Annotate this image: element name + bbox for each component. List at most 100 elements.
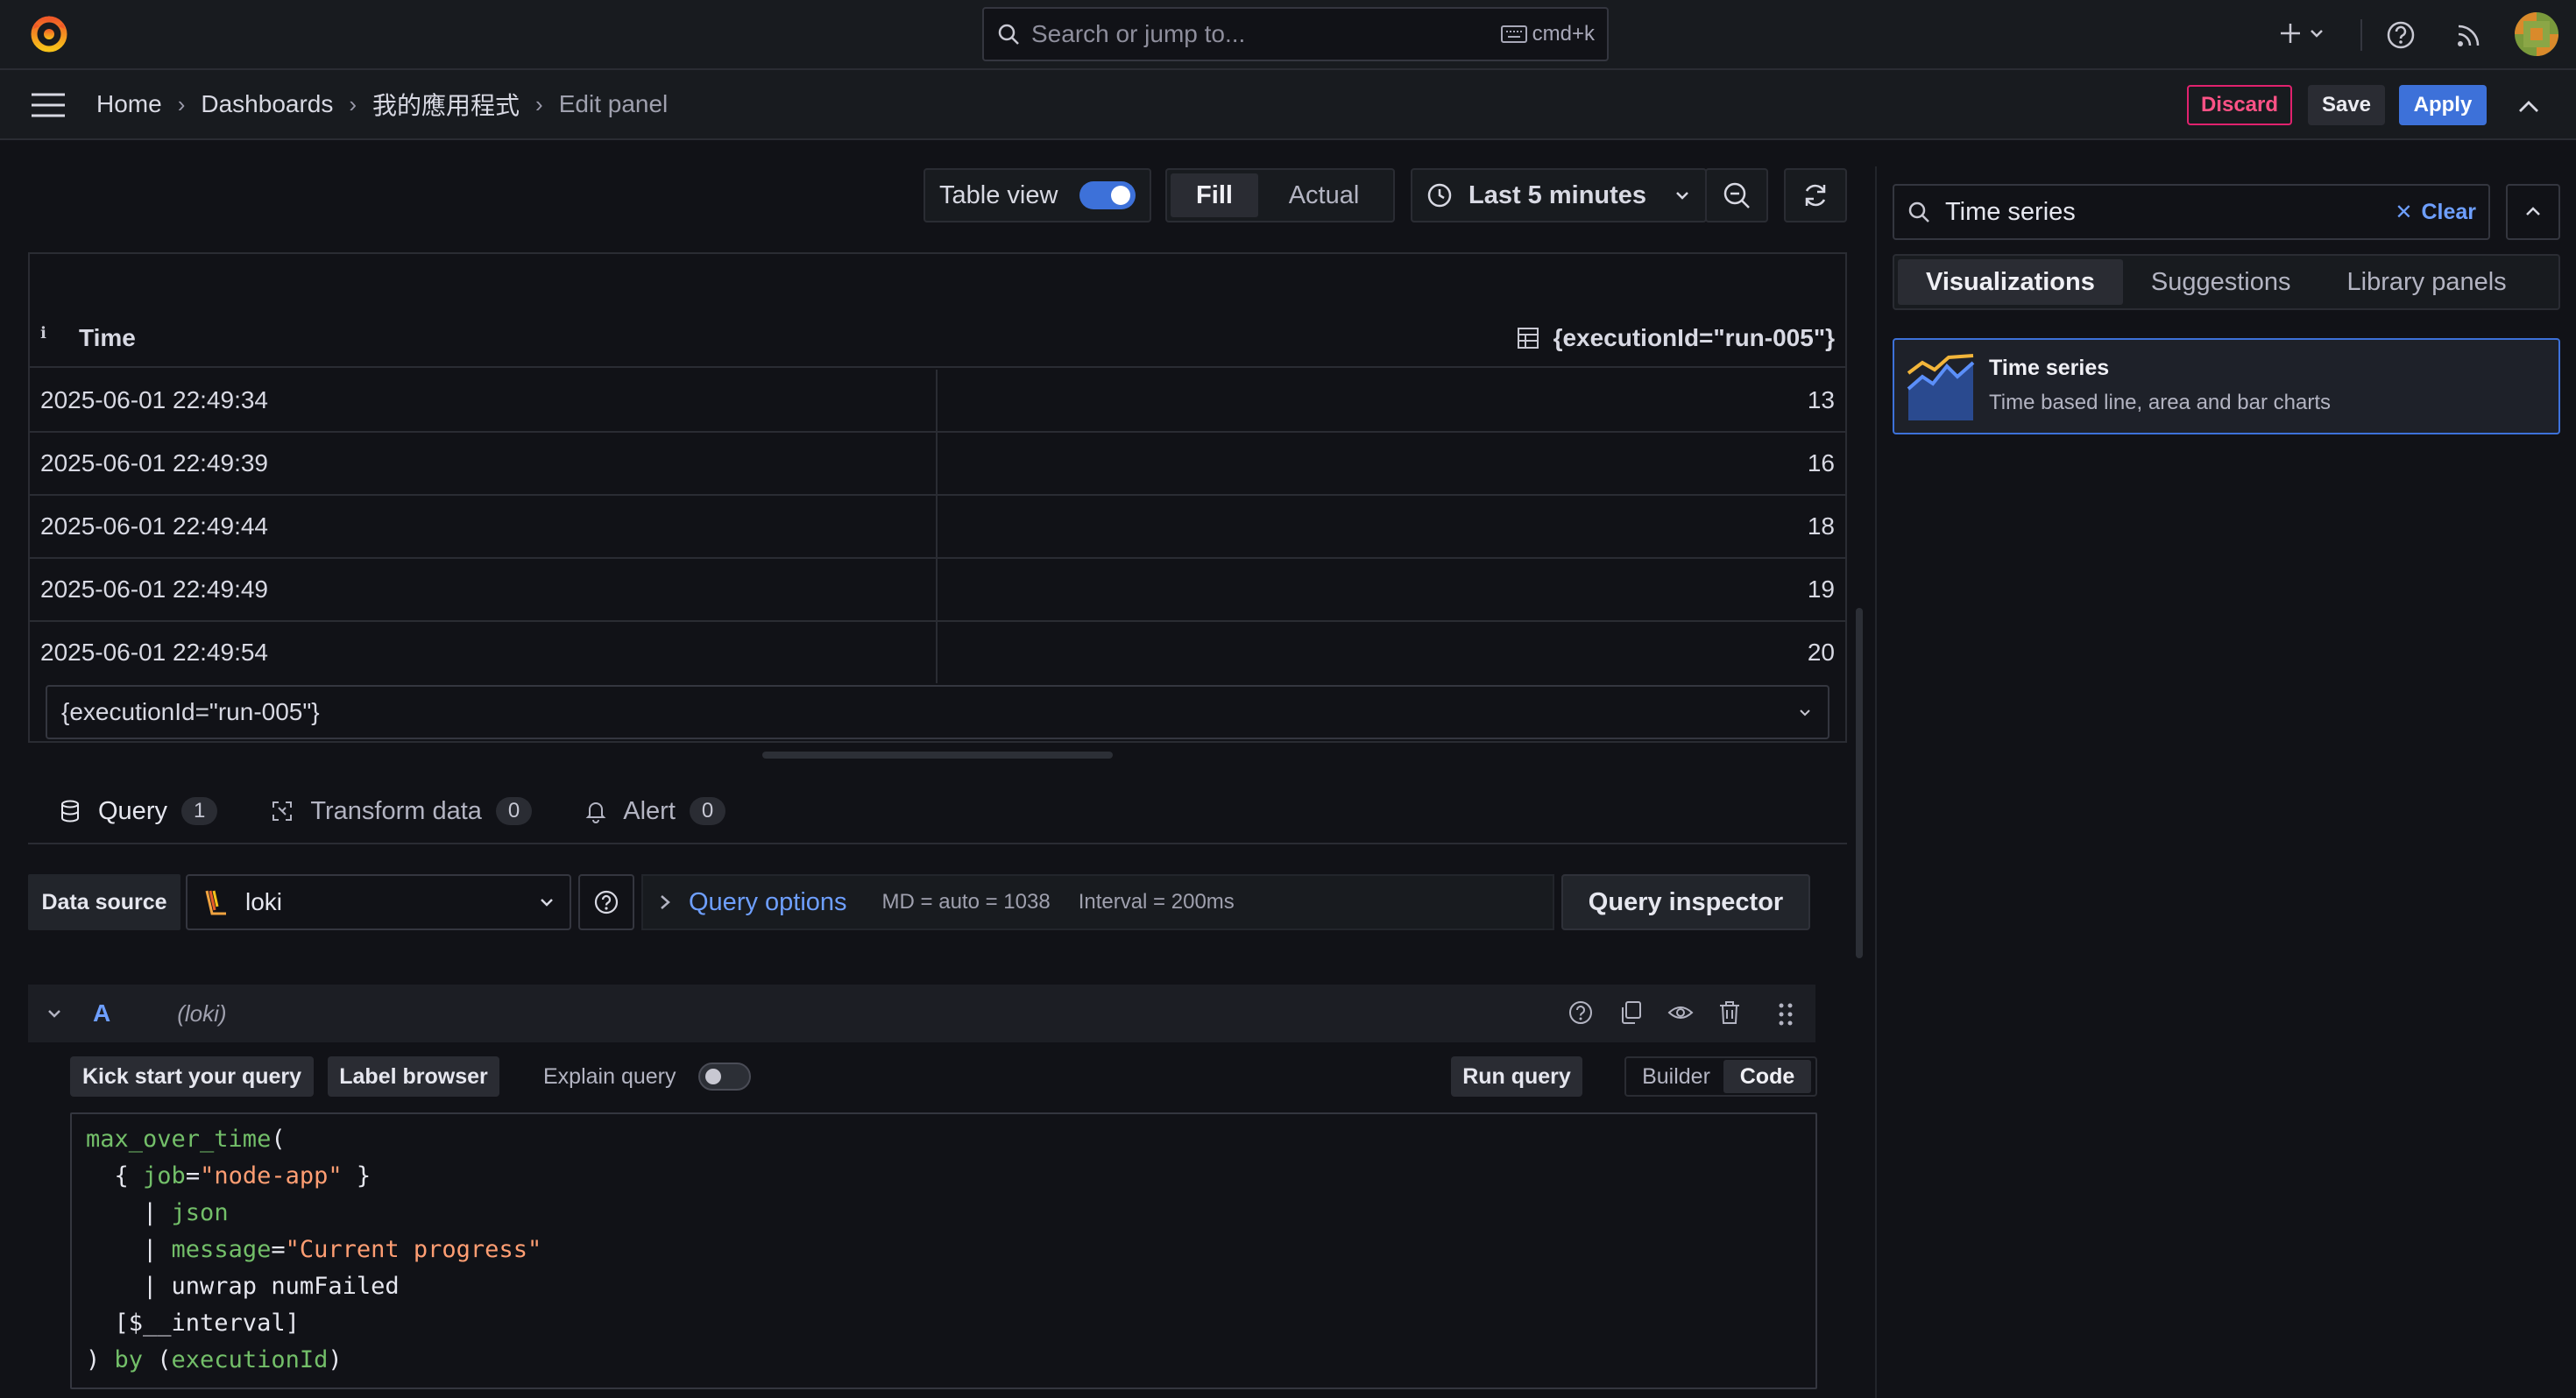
table-view-toggle[interactable]: Table view bbox=[924, 168, 1151, 222]
resize-handle[interactable] bbox=[762, 752, 1113, 759]
query-help-icon[interactable] bbox=[1567, 999, 1595, 1027]
tab-alert[interactable]: Alert 0 bbox=[584, 780, 726, 843]
query-row-header: A (loki) bbox=[28, 985, 1815, 1042]
shortcut-label: cmd+k bbox=[1532, 22, 1595, 46]
time-series-icon bbox=[1907, 354, 1975, 420]
datasource-value: loki bbox=[245, 888, 283, 915]
plus-icon bbox=[2281, 24, 2300, 43]
save-button[interactable]: Save bbox=[2308, 85, 2385, 125]
loki-icon bbox=[205, 890, 226, 915]
chevron-down-icon bbox=[1676, 192, 1688, 200]
tab-query[interactable]: Query 1 bbox=[55, 780, 236, 848]
refresh-icon bbox=[1805, 184, 1826, 207]
zoom-out-icon bbox=[1723, 182, 1750, 208]
column-divider bbox=[936, 370, 938, 431]
column-divider bbox=[936, 559, 938, 620]
cell-time: 2025-06-01 22:49:39 bbox=[40, 449, 268, 477]
actual-option[interactable]: Actual bbox=[1258, 173, 1390, 217]
news-feed-icon[interactable] bbox=[2453, 19, 2485, 51]
time-range-picker[interactable]: Last 5 minutes bbox=[1411, 168, 1707, 222]
query-options-link[interactable]: Query options bbox=[689, 888, 847, 917]
divider bbox=[2360, 19, 2362, 51]
grafana-logo-icon[interactable] bbox=[26, 11, 72, 56]
breadcrumb-dashboard[interactable]: 我的應用程式 bbox=[372, 87, 520, 122]
datasource-help-button[interactable] bbox=[578, 874, 634, 930]
label-browser-button[interactable]: Label browser bbox=[328, 1056, 499, 1097]
tab-query-count: 1 bbox=[180, 797, 218, 825]
search-input[interactable]: Search or jump to... cmd+k bbox=[982, 7, 1609, 61]
column-header-value[interactable]: {executionId="run-005"} bbox=[1517, 324, 1835, 352]
drag-handle-icon[interactable] bbox=[1775, 1000, 1796, 1028]
tab-query-label: Query bbox=[98, 796, 167, 825]
visualization-search-value: Time series bbox=[1945, 197, 2076, 226]
fill-actual-group: Fill Actual bbox=[1165, 168, 1395, 222]
builder-code-switch: Builder Code bbox=[1624, 1056, 1817, 1097]
column-header-value-label: {executionId="run-005"} bbox=[1553, 324, 1835, 351]
cell-time: 2025-06-01 22:49:34 bbox=[40, 386, 268, 413]
top-bar: Search or jump to... cmd+k bbox=[0, 0, 2576, 70]
user-avatar[interactable] bbox=[2515, 12, 2558, 56]
column-header-time[interactable]: Time bbox=[79, 324, 136, 352]
table-view-switch[interactable] bbox=[1079, 181, 1136, 209]
menu-icon[interactable] bbox=[30, 89, 67, 121]
eye-icon[interactable] bbox=[1667, 999, 1695, 1027]
run-query-button[interactable]: Run query bbox=[1451, 1056, 1582, 1097]
code-option[interactable]: Code bbox=[1723, 1060, 1811, 1093]
fill-option[interactable]: Fill bbox=[1171, 173, 1258, 217]
tab-alert-count: 0 bbox=[689, 797, 726, 825]
table-view-label: Table view bbox=[939, 180, 1058, 209]
explain-query-switch[interactable] bbox=[698, 1063, 752, 1091]
visualization-card-time-series[interactable]: Time series Time based line, area and ba… bbox=[1893, 338, 2560, 434]
clear-search-button[interactable]: ✕ Clear bbox=[2395, 200, 2476, 225]
zoom-out-button[interactable] bbox=[1705, 168, 1768, 222]
duplicate-icon[interactable] bbox=[1617, 999, 1645, 1027]
breadcrumb-home[interactable]: Home bbox=[96, 90, 162, 118]
cell-value: 18 bbox=[1807, 512, 1835, 540]
discard-button[interactable]: Discard bbox=[2187, 85, 2292, 125]
table-icon bbox=[1517, 328, 1539, 349]
chevron-right-icon[interactable] bbox=[657, 893, 673, 911]
tab-library-panels[interactable]: Library panels bbox=[2319, 259, 2535, 305]
tab-transform[interactable]: Transform data 0 bbox=[270, 780, 533, 843]
refresh-button[interactable] bbox=[1784, 168, 1847, 222]
tab-transform-count: 0 bbox=[495, 797, 533, 825]
datasource-select[interactable]: loki bbox=[186, 874, 571, 930]
tab-visualizations[interactable]: Visualizations bbox=[1898, 259, 2123, 305]
breadcrumb-current: Edit panel bbox=[558, 90, 669, 117]
tab-suggestions[interactable]: Suggestions bbox=[2123, 259, 2319, 305]
info-icon[interactable]: ℹ bbox=[40, 324, 46, 342]
search-placeholder: Search or jump to... bbox=[1031, 20, 1246, 47]
transform-icon bbox=[272, 801, 293, 821]
apply-button[interactable]: Apply bbox=[2399, 85, 2487, 125]
collapse-icon[interactable] bbox=[2513, 91, 2544, 123]
cell-time: 2025-06-01 22:49:44 bbox=[40, 512, 268, 540]
help-icon[interactable] bbox=[2385, 19, 2417, 51]
cell-value: 13 bbox=[1807, 386, 1835, 413]
builder-option[interactable]: Builder bbox=[1629, 1064, 1723, 1090]
kick-start-button[interactable]: Kick start your query bbox=[70, 1056, 314, 1097]
close-icon: ✕ bbox=[2395, 200, 2413, 224]
new-menu-button[interactable] bbox=[2278, 16, 2332, 51]
chevron-down-icon bbox=[541, 899, 553, 907]
query-code-editor[interactable]: max_over_time( { job="node-app" } | json… bbox=[70, 1112, 1817, 1389]
trash-icon[interactable] bbox=[1716, 999, 1744, 1027]
chevron-right-icon: › bbox=[535, 90, 543, 117]
breadcrumb: Home › Dashboards › 我的應用程式 › Edit panel bbox=[96, 70, 668, 138]
datasource-label: Data source bbox=[28, 874, 180, 930]
table-row: 2025-06-01 22:49:39 16 bbox=[30, 433, 1845, 496]
collapse-options-button[interactable] bbox=[2506, 184, 2560, 240]
query-ref-id[interactable]: A bbox=[93, 999, 110, 1027]
query-options: Query options MD = auto = 1038 Interval … bbox=[641, 874, 1554, 930]
scrollbar[interactable] bbox=[1856, 608, 1863, 958]
chevron-down-icon[interactable] bbox=[46, 1005, 63, 1022]
query-datasource-name: (loki) bbox=[177, 999, 227, 1027]
search-icon bbox=[1908, 201, 1929, 222]
series-select[interactable]: {executionId="run-005"} bbox=[46, 685, 1829, 739]
cell-time: 2025-06-01 22:49:49 bbox=[40, 575, 268, 603]
breadcrumb-dashboards[interactable]: Dashboards bbox=[201, 90, 333, 118]
query-inspector-button[interactable]: Query inspector bbox=[1561, 874, 1810, 930]
explain-query-toggle[interactable]: Explain query bbox=[543, 1056, 752, 1097]
cell-value: 16 bbox=[1807, 449, 1835, 477]
chevron-right-icon: › bbox=[349, 90, 357, 117]
visualization-search-input[interactable]: Time series ✕ Clear bbox=[1893, 184, 2490, 240]
